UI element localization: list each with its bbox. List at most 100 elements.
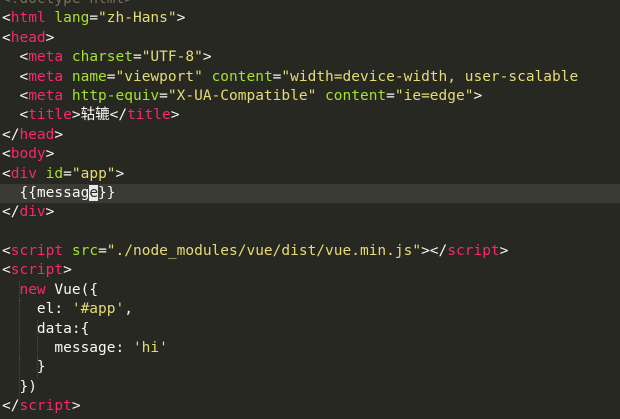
code-token: el: [2, 301, 72, 318]
code-token: 'hi' [132, 340, 168, 357]
indent-guide [19, 339, 21, 359]
code-token: "X-UA-Compatible" [167, 87, 317, 104]
code-line[interactable]: }) [0, 377, 620, 398]
code-token: '#app' [71, 301, 125, 318]
code-token: http-equiv [71, 87, 160, 104]
code-token: "./node_modules/vue/dist/vue.min.js" [106, 243, 422, 260]
code-token: < [2, 262, 11, 279]
code-token: ></ [421, 243, 448, 260]
code-token: > [473, 87, 483, 104]
code-line[interactable]: message: 'hi' [0, 339, 620, 359]
code-token: > [63, 262, 72, 279]
text-cursor: e [89, 184, 99, 201]
code-token: meta [28, 68, 64, 85]
code-token: } [2, 359, 46, 376]
indent-guide [19, 358, 21, 378]
code-line[interactable]: <meta name="viewport" content="width=dev… [0, 68, 620, 87]
code-token: "UTF-8" [141, 49, 203, 66]
code-token: body [10, 146, 46, 163]
code-token: "viewport" [115, 68, 203, 85]
code-token: "width=device-width, user-scalable [281, 68, 579, 85]
code-token: </ [2, 398, 20, 415]
code-token: < [2, 10, 11, 27]
indent-guide [19, 280, 21, 301]
code-line[interactable]: <html lang="zh-Hans"> [0, 9, 620, 28]
code-token: > [45, 146, 55, 163]
code-line[interactable]: <head> [0, 29, 620, 48]
code-token: = [106, 68, 116, 85]
code-token: > [202, 49, 212, 66]
code-token: > [115, 165, 125, 182]
code-line[interactable]: <!doctype html> [0, 0, 620, 9]
code-token: message: [2, 340, 133, 357]
code-line[interactable]: </head> [0, 126, 620, 145]
code-token: > [54, 126, 64, 143]
code-token: </ [2, 204, 20, 221]
code-token: > [45, 204, 55, 221]
code-token: title [28, 107, 72, 124]
indent-guide [19, 300, 21, 320]
code-line[interactable]: </div> [0, 203, 620, 222]
code-line[interactable]: el: '#app', [0, 300, 620, 320]
code-token: meta [28, 87, 64, 104]
code-line[interactable]: } [0, 358, 620, 378]
code-line[interactable]: </script> [0, 397, 620, 416]
indent-guide [19, 319, 21, 340]
code-line[interactable]: <body> [0, 145, 620, 164]
code-token: new [19, 281, 46, 298]
code-token: script [19, 398, 72, 415]
code-token: > [71, 107, 81, 124]
code-token: = [159, 87, 168, 104]
code-token: , [124, 301, 133, 318]
indent-guide [37, 319, 39, 340]
code-token: content [211, 68, 273, 85]
code-editor[interactable]: <!doctype html><html lang="zh-Hans"><hea… [0, 0, 620, 419]
code-token: = [386, 87, 395, 104]
code-token: div [10, 165, 37, 182]
code-token: div [19, 204, 46, 221]
indent-guide [37, 358, 39, 378]
code-token: script [10, 243, 64, 260]
code-line[interactable]: <title>轱辘</title> [0, 106, 620, 125]
code-token: < [2, 87, 29, 104]
code-line[interactable]: <div id="app"> [0, 165, 620, 184]
code-token: < [2, 49, 29, 66]
code-token: </ [2, 126, 20, 143]
code-token: lang [54, 10, 90, 27]
code-token: head [10, 29, 46, 46]
code-token: = [98, 243, 107, 260]
code-token: < [2, 146, 11, 163]
code-token: }} [98, 184, 116, 201]
code-line[interactable]: <script> [0, 261, 620, 280]
code-token: < [2, 107, 29, 124]
code-token: 轱辘 [80, 107, 110, 124]
code-token: charset [71, 49, 133, 66]
code-area[interactable]: <!doctype html><html lang="zh-Hans"><hea… [0, 0, 620, 417]
code-token: {{messag [2, 184, 90, 201]
code-token: "zh-Hans" [98, 10, 177, 27]
code-line[interactable] [0, 223, 620, 242]
code-line[interactable]: <meta charset="UTF-8"> [0, 48, 620, 67]
code-line[interactable]: new Vue({ [0, 280, 620, 301]
code-line[interactable]: <script src="./node_modules/vue/dist/vue… [0, 242, 620, 261]
code-token: name [71, 68, 107, 85]
code-line[interactable]: data:{ [0, 319, 620, 340]
code-token: head [19, 126, 55, 143]
code-token: script [447, 243, 500, 260]
code-line[interactable]: <meta http-equiv="X-UA-Compatible" conte… [0, 87, 620, 106]
code-token: meta [28, 49, 64, 66]
code-token: html [10, 10, 46, 27]
code-line-current[interactable]: {{message}} [0, 183, 620, 204]
indent-guide [19, 377, 21, 398]
code-token: > [45, 29, 55, 46]
code-token: > [499, 243, 509, 260]
code-token: data:{ [2, 320, 90, 337]
code-token: Vue({ [45, 281, 99, 298]
